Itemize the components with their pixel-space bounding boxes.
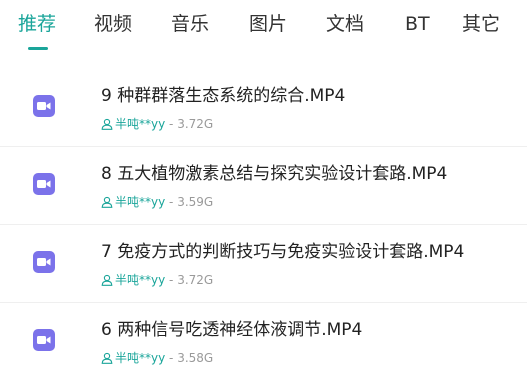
file-size: 3.58G — [177, 351, 214, 365]
file-size: 3.72G — [177, 117, 214, 131]
file-size: 3.59G — [177, 195, 214, 209]
tab-music[interactable]: 音乐 — [171, 10, 209, 38]
meta-separator: - — [165, 351, 178, 365]
file-meta: 半吨**yy - 3.59G — [101, 194, 213, 212]
meta-separator: - — [165, 195, 178, 209]
tab-documents[interactable]: 文档 — [326, 10, 364, 38]
user-icon — [101, 352, 113, 368]
user-icon — [101, 118, 113, 134]
file-meta: 半吨**yy - 3.58G — [101, 350, 213, 368]
video-file-icon — [33, 173, 55, 195]
list-item[interactable]: 8 五大植物激素总结与探究实验设计套路.MP4 半吨**yy - 3.59G — [0, 148, 527, 225]
file-meta: 半吨**yy - 3.72G — [101, 272, 213, 290]
file-title[interactable]: 9 种群群落生态系统的综合.MP4 — [101, 84, 345, 108]
file-meta: 半吨**yy - 3.72G — [101, 116, 213, 134]
uploader-name: 半吨**yy — [115, 351, 166, 365]
row-divider — [0, 146, 527, 147]
tab-bt[interactable]: BT — [405, 10, 430, 38]
list-item[interactable]: 7 免疫方式的判断技巧与免疫实验设计套路.MP4 半吨**yy - 3.72G — [0, 226, 527, 303]
file-title[interactable]: 8 五大植物激素总结与探究实验设计套路.MP4 — [101, 162, 447, 186]
user-icon — [101, 274, 113, 290]
active-tab-indicator — [28, 47, 48, 50]
tab-images[interactable]: 图片 — [249, 10, 287, 38]
file-title[interactable]: 7 免疫方式的判断技巧与免疫实验设计套路.MP4 — [101, 240, 464, 264]
uploader-name: 半吨**yy — [115, 273, 166, 287]
file-size: 3.72G — [177, 273, 214, 287]
user-icon — [101, 196, 113, 212]
row-divider — [0, 302, 527, 303]
row-divider — [0, 224, 527, 225]
file-title[interactable]: 6 两种信号吃透神经体液调节.MP4 — [101, 318, 362, 342]
uploader-name: 半吨**yy — [115, 117, 166, 131]
video-file-icon — [33, 95, 55, 117]
uploader-name: 半吨**yy — [115, 195, 166, 209]
tab-video[interactable]: 视频 — [94, 10, 132, 38]
tab-other[interactable]: 其它 — [462, 10, 500, 38]
list-item[interactable]: 9 种群群落生态系统的综合.MP4 半吨**yy - 3.72G — [0, 70, 527, 147]
meta-separator: - — [165, 273, 178, 287]
video-file-icon — [33, 329, 55, 351]
video-file-icon — [33, 251, 55, 273]
list-item[interactable]: 6 两种信号吃透神经体液调节.MP4 半吨**yy - 3.58G — [0, 304, 527, 381]
category-tabs: 推荐 视频 音乐 图片 文档 BT 其它 — [0, 0, 527, 56]
meta-separator: - — [165, 117, 178, 131]
tab-recommended[interactable]: 推荐 — [18, 10, 56, 38]
